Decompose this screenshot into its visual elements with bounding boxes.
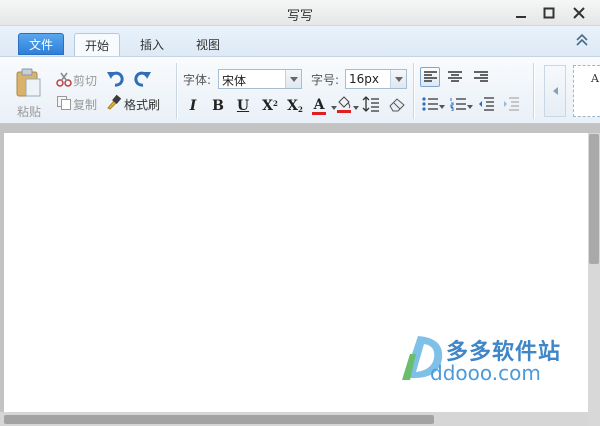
ribbon-home: 粘贴 剪切 复制 格式刷 字体: 宋体 字号: 16px I B U X2 X … [0,56,600,124]
vertical-scrollbar-thumb[interactable] [589,134,599,264]
numbered-list-icon[interactable] [450,97,466,111]
subscript-label: X [287,98,298,114]
font-family-select[interactable]: 宋体 [218,69,302,89]
undo-icon[interactable] [106,69,124,87]
cut-icon[interactable] [56,71,72,87]
superscript-marker: 2 [273,98,278,108]
paste-icon[interactable] [14,68,42,98]
maximize-button[interactable] [538,3,560,23]
format-painter-icon[interactable] [106,94,122,110]
bullet-list-icon[interactable] [422,97,438,111]
tab-view[interactable]: 视图 [186,33,230,56]
superscript-button[interactable]: X2 [259,96,281,116]
close-button[interactable] [568,3,590,23]
font-color-bar [312,111,326,115]
ribbon-tab-bar: 文件 开始 插入 视图 [0,26,600,56]
watermark-url: ddooo.com [430,361,541,385]
chevron-down-icon[interactable] [390,70,406,88]
format-painter-button[interactable]: 格式刷 [124,96,160,113]
subscript-button[interactable]: X2 [284,96,306,116]
tab-insert[interactable]: 插入 [130,33,174,56]
font-size-select[interactable]: 16px [345,69,407,89]
font-color-label: A [313,96,325,113]
maximize-icon [543,7,555,19]
horizontal-scrollbar-thumb[interactable] [4,415,434,424]
align-right-icon[interactable] [474,71,488,83]
superscript-label: X [262,98,273,114]
decrease-indent-icon[interactable] [478,97,494,111]
increase-indent-icon[interactable] [503,97,519,111]
minimize-icon [516,16,526,18]
styles-scroll-left-button[interactable] [544,65,566,117]
chevron-down-icon[interactable] [467,105,473,109]
vertical-scrollbar[interactable] [588,133,600,426]
subscript-marker: 2 [298,104,303,114]
collapse-ribbon-icon[interactable] [574,32,590,48]
copy-button[interactable]: 复制 [73,96,97,113]
redo-icon[interactable] [134,69,152,87]
chevron-down-icon[interactable] [439,105,445,109]
paste-button[interactable]: 粘贴 [17,103,41,120]
font-size-value: 16px [349,72,379,86]
underline-button[interactable]: U [234,96,252,116]
align-left-icon [424,71,437,82]
minimize-button[interactable] [510,3,532,23]
italic-button[interactable]: I [184,96,202,116]
copy-icon[interactable] [56,95,72,111]
font-color-button[interactable]: A [308,96,330,116]
close-icon [573,7,585,19]
title-bar: 写写 [0,0,600,26]
horizontal-scrollbar[interactable] [0,412,588,426]
eraser-icon[interactable] [388,96,406,112]
chevron-left-icon [552,87,558,95]
bold-button[interactable]: B [209,96,227,116]
font-label: 字体: [183,73,212,87]
style-preview-gallery[interactable]: A [573,65,600,117]
tab-file[interactable]: 文件 [18,33,64,55]
align-center-icon[interactable] [448,71,462,83]
font-family-value: 宋体 [222,74,247,88]
tab-home[interactable]: 开始 [74,33,120,56]
cut-button[interactable]: 剪切 [73,72,97,89]
line-spacing-icon[interactable] [362,96,380,112]
chevron-down-icon[interactable] [285,70,301,88]
align-left-button[interactable] [420,67,440,87]
chevron-down-icon[interactable] [353,106,359,110]
font-size-label: 字号: [311,73,340,87]
highlight-icon[interactable] [336,94,352,114]
